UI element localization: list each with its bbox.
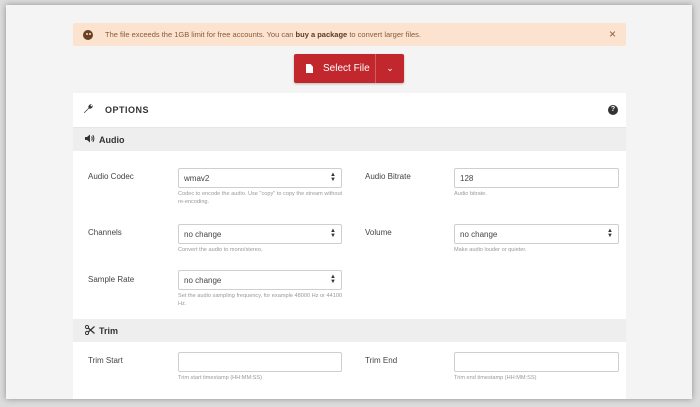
audio-bitrate-label: Audio Bitrate	[365, 172, 411, 181]
chevron-down-icon[interactable]: ⌄	[376, 63, 404, 74]
trim-end-help: Trim end timestamp (HH:MM:SS)	[454, 375, 537, 381]
speaker-icon	[85, 134, 99, 145]
trim-start-input[interactable]	[178, 352, 342, 372]
select-file-label: Select File	[323, 63, 370, 74]
select-arrows-icon: ▲ ▼	[607, 228, 613, 239]
audio-section-title: Audio	[99, 134, 125, 145]
audio-bitrate-help: Audio bitrate.	[454, 191, 487, 197]
sample-rate-label: Sample Rate	[88, 275, 135, 284]
options-header: OPTIONS ?	[73, 93, 626, 128]
alert-message: The file exceeds the 1GB limit for free …	[105, 30, 421, 39]
audio-codec-help: Codec to encode the audio. Use "copy" to…	[178, 191, 343, 205]
select-arrows-icon: ▲ ▼	[330, 228, 336, 239]
trim-end-input[interactable]	[454, 352, 619, 372]
sample-rate-select[interactable]: no change ▲ ▼	[178, 270, 342, 290]
sample-rate-value: no change	[184, 275, 222, 285]
buy-package-link[interactable]: buy a package	[296, 30, 348, 39]
audio-section-header: Audio	[73, 128, 626, 151]
channels-select[interactable]: no change ▲ ▼	[178, 224, 342, 244]
file-limit-alert: The file exceeds the 1GB limit for free …	[73, 23, 626, 46]
audio-codec-label: Audio Codec	[88, 172, 134, 181]
file-icon	[306, 64, 313, 73]
scissors-icon	[84, 324, 99, 337]
trim-section-header: Trim	[73, 319, 626, 342]
channels-help: Convert the audio to mono/stereo.	[178, 247, 263, 253]
options-title: OPTIONS	[105, 105, 150, 115]
channels-value: no change	[184, 229, 222, 239]
close-icon[interactable]: ×	[609, 27, 616, 41]
select-file-button[interactable]: Select File ⌄	[294, 54, 404, 83]
trim-start-label: Trim Start	[88, 356, 123, 365]
channels-label: Channels	[88, 228, 122, 237]
select-arrows-icon: ▲ ▼	[330, 172, 336, 183]
audio-bitrate-input[interactable]: 128	[454, 168, 619, 188]
volume-help: Make audio louder or quieter.	[454, 247, 527, 253]
volume-value: no change	[460, 229, 498, 239]
options-panel: OPTIONS ? Audio Audio Codec wmav2 ▲ ▼ Cod…	[73, 93, 626, 399]
select-arrows-icon: ▲ ▼	[330, 274, 336, 285]
trim-end-label: Trim End	[365, 356, 398, 365]
alert-message-tail: to convert larger files.	[347, 30, 422, 39]
browser-content: The file exceeds the 1GB limit for free …	[6, 5, 692, 399]
sad-face-icon	[83, 29, 93, 40]
question-icon[interactable]: ?	[608, 105, 618, 115]
wrench-icon	[83, 103, 95, 117]
alert-message-text: The file exceeds the 1GB limit for free …	[105, 30, 296, 39]
audio-codec-select[interactable]: wmav2 ▲ ▼	[178, 168, 342, 188]
volume-select[interactable]: no change ▲ ▼	[454, 224, 619, 244]
volume-label: Volume	[365, 228, 392, 237]
trim-start-help: Trim start timestamp (HH:MM:SS)	[178, 375, 263, 381]
sample-rate-help: Set the audio sampling frequency, for ex…	[178, 293, 343, 307]
audio-codec-value: wmav2	[184, 173, 210, 183]
trim-section-title: Trim	[99, 325, 119, 336]
audio-bitrate-value: 128	[460, 173, 474, 183]
